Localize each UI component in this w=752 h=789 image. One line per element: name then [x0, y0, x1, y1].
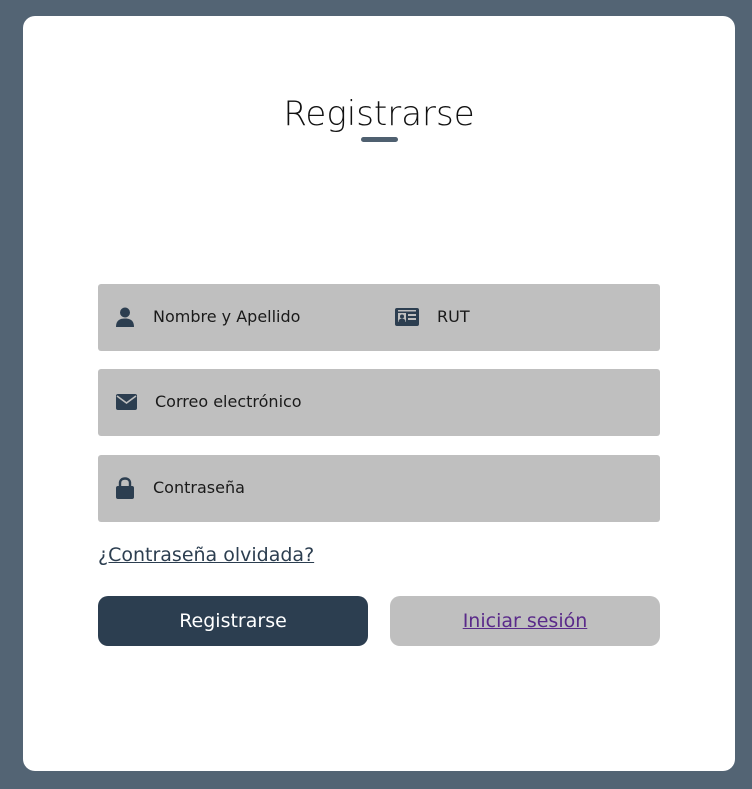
- rut-input[interactable]: [437, 307, 637, 327]
- id-card-icon: [395, 308, 419, 326]
- password-row: [98, 455, 660, 522]
- email-row: [98, 369, 660, 436]
- lock-icon: [116, 477, 134, 499]
- login-button[interactable]: Iniciar sesión: [390, 596, 660, 646]
- register-button[interactable]: Registrarse: [98, 596, 368, 646]
- email-input[interactable]: [155, 392, 625, 412]
- page-title: Registrarse: [283, 94, 475, 134]
- user-icon: [116, 307, 134, 327]
- register-button-label: Registrarse: [179, 610, 287, 632]
- envelope-icon: [116, 394, 137, 410]
- name-rut-row: [98, 284, 660, 351]
- forgot-password-link[interactable]: ¿Contraseña olvidada?: [98, 544, 314, 566]
- login-link[interactable]: Iniciar sesión: [463, 610, 588, 632]
- password-input[interactable]: [153, 478, 623, 498]
- title-underline: [361, 137, 398, 142]
- register-card: Registrarse ¿: [23, 16, 735, 771]
- name-input[interactable]: [153, 307, 373, 327]
